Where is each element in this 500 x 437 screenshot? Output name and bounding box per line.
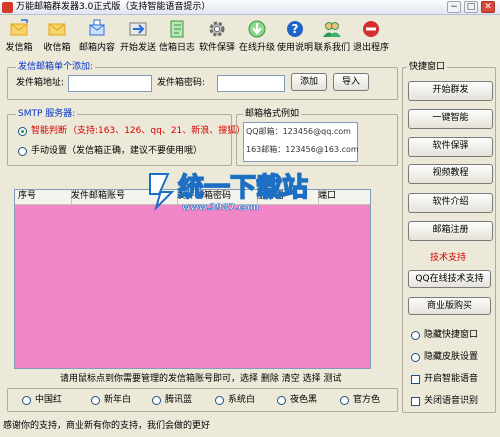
skin-label: 系统白 <box>228 395 256 405</box>
voice-on-checkbox[interactable] <box>411 375 420 384</box>
minimize-button[interactable]: − <box>447 1 461 13</box>
skin-radio[interactable] <box>22 396 31 405</box>
format-legend: 邮箱格式例如 <box>243 109 302 119</box>
buy-commercial-button[interactable]: 商业版购买 <box>408 297 491 315</box>
hide-skin-label: 隐藏皮肤设置 <box>424 352 479 362</box>
quick-button[interactable]: 一键智能 <box>408 109 493 129</box>
manual-label: 手动设置（发信箱正确，建议不要使用哦） <box>31 146 203 156</box>
watermark-sub: www.3987.com <box>182 203 259 212</box>
support-label: 技术支持 <box>430 253 467 263</box>
table-column-header[interactable]: 序号 <box>15 190 72 204</box>
exit-stop-icon <box>361 19 381 39</box>
voice-recog-label: 关闭语音识别 <box>424 396 479 406</box>
skin-radio[interactable] <box>340 396 349 405</box>
format-example-qq: QQ邮箱：123456@qq.com <box>246 127 351 136</box>
mailbox-table[interactable]: 序号 发件邮箱账号 发件邮箱密码 服务器 端口 <box>14 189 371 369</box>
mail-content-icon <box>87 19 107 39</box>
toolbar-button-gear[interactable]: 软件保驿 <box>198 17 236 57</box>
title-bar[interactable]: 万能邮箱群发器3.0正式版（支持智能语音提示） − □ ✕ <box>0 0 500 15</box>
skin-label: 新年白 <box>104 395 132 405</box>
skin-label: 腾讯蓝 <box>165 395 193 405</box>
add-mailbox-legend: 发信邮箱单个添加: <box>16 62 96 72</box>
quick-button[interactable]: 开始群发 <box>408 81 493 101</box>
toolbar-button-exit-stop[interactable]: 退出程序 <box>352 17 390 57</box>
format-example-163: 163邮箱：123456@163.com <box>246 145 359 154</box>
address-input[interactable] <box>68 75 152 92</box>
window-title: 万能邮箱群发器3.0正式版（支持智能语音提示） <box>16 2 211 12</box>
skin-radio[interactable] <box>277 396 286 405</box>
skin-label: 夜色黑 <box>290 395 318 405</box>
password-label: 发件箱密码: <box>157 78 206 88</box>
watermark-logo: 统一下载站 www.3987.com <box>149 171 309 213</box>
quick-button[interactable]: 软件介绍 <box>408 193 493 213</box>
smtp-group: SMTP 服务器: <box>7 109 232 166</box>
smart-note: （支持:163、126、qq、21、新浪、搜狐） <box>68 126 246 136</box>
smtp-legend: SMTP 服务器: <box>16 109 78 119</box>
quick-button[interactable]: 邮箱注册 <box>408 221 493 241</box>
watermark-main: 统一下载站 <box>178 172 308 203</box>
skin-radio[interactable] <box>152 396 161 405</box>
table-hint: 请用鼠标点到你需要管理的发信箱账号即可，选择 删除 清空 选择 测试 <box>60 374 342 384</box>
hide-quick-window-radio[interactable] <box>411 331 420 340</box>
address-label: 发件箱地址: <box>16 78 65 88</box>
voice-on-label: 开启智能语音 <box>424 374 479 384</box>
skin-radio[interactable] <box>91 396 100 405</box>
skin-options: 中国红 新年白 腾讯蓝 系统白 夜色黑 官方色 <box>7 388 398 412</box>
toolbar-label: 退出程序 <box>352 43 389 53</box>
quick-button[interactable]: 软件保驿 <box>408 137 493 157</box>
qq-support-button[interactable]: QQ在线技术支持 <box>408 270 491 288</box>
inbox-envelope-icon <box>47 19 67 39</box>
hide-quick-window-label: 隐藏快捷窗口 <box>424 330 479 340</box>
password-input[interactable] <box>217 75 285 92</box>
maximize-button[interactable]: □ <box>464 1 478 13</box>
download-arrow-icon <box>247 19 267 39</box>
toolbar: 发信箱 收信箱 邮箱内容 开始发送 信箱日志 软件保驿 在线升级? 使用说明 联系我们 退出程序 <box>0 15 400 57</box>
add-button[interactable]: 添加 <box>291 73 327 91</box>
skin-label: 官方色 <box>353 395 381 405</box>
smart-label: 智能判断 <box>31 126 68 136</box>
format-examples: QQ邮箱：123456@qq.com 163邮箱：123456@163.com <box>243 122 359 162</box>
smart-radio[interactable] <box>18 127 27 136</box>
svg-text:?: ? <box>292 22 299 36</box>
skin-radio[interactable] <box>215 396 224 405</box>
toolbar-button-log-book[interactable]: 信箱日志 <box>158 17 196 57</box>
outbox-envelope-icon <box>9 19 29 39</box>
app-icon <box>2 2 13 13</box>
quick-window-legend: 快捷窗口 <box>407 62 448 72</box>
contact-icon <box>322 19 342 39</box>
voice-recog-checkbox[interactable] <box>411 397 420 406</box>
import-button[interactable]: 导入 <box>333 73 369 91</box>
send-icon <box>128 19 148 39</box>
close-button[interactable]: ✕ <box>481 1 495 13</box>
watermark: 统一下载站 www.3987.com <box>146 166 366 213</box>
hide-skin-radio[interactable] <box>411 353 420 362</box>
manual-radio[interactable] <box>18 147 27 156</box>
status-bar: 感谢你的支持，商业新有你的支持，我们会做的更好 <box>3 421 211 431</box>
gear-icon <box>207 19 227 39</box>
skin-label: 中国红 <box>35 395 63 405</box>
help-icon: ? <box>285 19 305 39</box>
toolbar-button-inbox-envelope[interactable]: 收信箱 <box>38 17 76 57</box>
toolbar-button-mail-content[interactable]: 邮箱内容 <box>78 17 116 57</box>
log-book-icon <box>167 19 187 39</box>
quick-button[interactable]: 视频教程 <box>408 164 493 184</box>
